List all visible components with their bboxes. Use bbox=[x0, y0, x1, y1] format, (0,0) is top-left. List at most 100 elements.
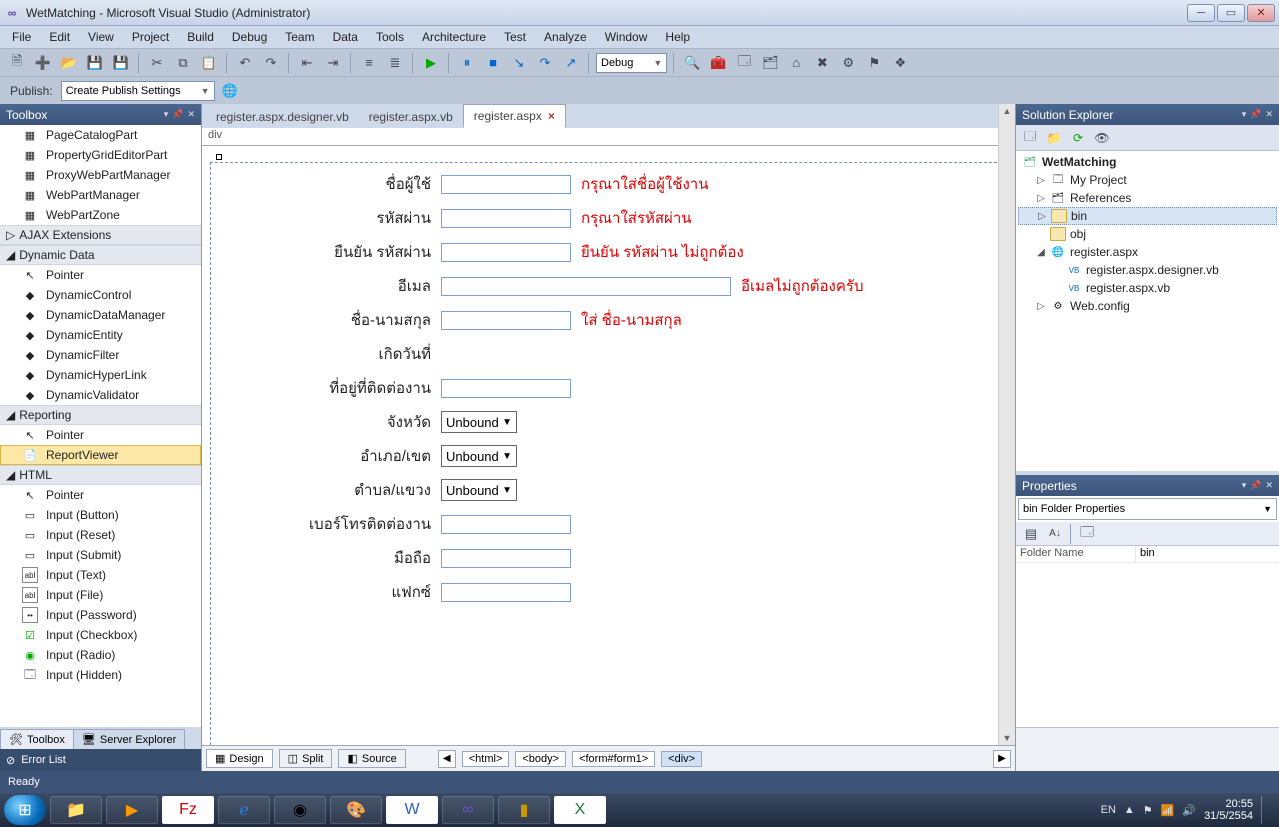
toolbox-category-ajax[interactable]: ▷AJAX Extensions bbox=[0, 225, 201, 245]
cut-button[interactable]: ✂ bbox=[146, 52, 168, 74]
ext-button-4[interactable]: ❖ bbox=[889, 52, 911, 74]
undo-button[interactable]: ↶ bbox=[234, 52, 256, 74]
dropdown-icon[interactable]: ▾ bbox=[1242, 480, 1247, 491]
property-row[interactable]: Folder Name bin bbox=[1016, 546, 1279, 563]
doc-tab[interactable]: register.aspx.designer.vb bbox=[206, 106, 359, 128]
dropdown[interactable]: Unbound▼ bbox=[441, 479, 517, 501]
toolbox-item[interactable]: ◉Input (Radio) bbox=[0, 645, 201, 665]
path-nav-right[interactable]: ▶ bbox=[993, 750, 1011, 768]
toolbox-item[interactable]: ▭Input (Reset) bbox=[0, 525, 201, 545]
form-container[interactable]: ชื่อผู้ใช้กรุณาใส่ชื่อผู้ใช้งานรหัสผ่านก… bbox=[210, 162, 1007, 745]
publish-button[interactable]: 🌐 bbox=[219, 80, 241, 102]
taskbar-ie[interactable]: ℯ bbox=[218, 796, 270, 824]
new-project-button[interactable]: 🗎 bbox=[6, 52, 28, 74]
property-pages-button[interactable]: 🗔 bbox=[1076, 523, 1098, 545]
vertical-scrollbar[interactable]: ▲▼ bbox=[998, 104, 1015, 745]
toolbox-item-reportviewer[interactable]: 📄ReportViewer bbox=[0, 445, 201, 465]
menu-debug[interactable]: Debug bbox=[224, 28, 275, 46]
textbox[interactable] bbox=[441, 515, 571, 534]
refresh-button[interactable]: ⟳ bbox=[1068, 128, 1088, 148]
find-button[interactable]: 🔍 bbox=[681, 52, 703, 74]
redo-button[interactable]: ↷ bbox=[260, 52, 282, 74]
toolbox-item[interactable]: ▦PropertyGridEditorPart bbox=[0, 145, 201, 165]
menu-build[interactable]: Build bbox=[179, 28, 222, 46]
ext-button-2[interactable]: ⚙ bbox=[837, 52, 859, 74]
properties-button[interactable]: 🗔 bbox=[1020, 128, 1040, 148]
taskbar-filezilla[interactable]: Fz bbox=[162, 796, 214, 824]
toolbox-item[interactable]: ▭Input (Button) bbox=[0, 505, 201, 525]
tree-node[interactable]: obj bbox=[1018, 225, 1277, 243]
textbox[interactable] bbox=[441, 379, 571, 398]
tree-node[interactable]: VBregister.aspx.designer.vb bbox=[1018, 261, 1277, 279]
copy-button[interactable]: ⧉ bbox=[172, 52, 194, 74]
close-button[interactable]: ✕ bbox=[1247, 4, 1275, 22]
object-browser-button[interactable]: 🗂 bbox=[759, 52, 781, 74]
toolbox-item[interactable]: ◆DynamicControl bbox=[0, 285, 201, 305]
path-chip-selected[interactable]: <div> bbox=[661, 751, 702, 767]
tab-error-list[interactable]: ⊘Error List bbox=[0, 749, 201, 771]
toolbox-item[interactable]: ••Input (Password) bbox=[0, 605, 201, 625]
save-all-button[interactable]: 💾 bbox=[110, 52, 132, 74]
nav-fwd-button[interactable]: ⇥ bbox=[322, 52, 344, 74]
textbox[interactable] bbox=[441, 175, 571, 194]
toolbox-item[interactable]: 🗔Input (Hidden) bbox=[0, 665, 201, 685]
toolbox-category-html[interactable]: ◢HTML bbox=[0, 465, 201, 485]
menu-file[interactable]: File bbox=[4, 28, 39, 46]
tree-expander[interactable]: ▷ bbox=[1037, 211, 1047, 222]
taskbar-explorer[interactable]: 📁 bbox=[50, 796, 102, 824]
menu-view[interactable]: View bbox=[80, 28, 122, 46]
tree-expander[interactable]: ▷ bbox=[1036, 193, 1046, 204]
show-desktop-button[interactable] bbox=[1261, 796, 1269, 824]
start-button[interactable]: ▶ bbox=[420, 52, 442, 74]
close-icon[interactable]: ✕ bbox=[1265, 109, 1273, 120]
doc-tab[interactable]: register.aspx.vb bbox=[359, 106, 463, 128]
tab-server-explorer[interactable]: 🖥Server Explorer bbox=[73, 729, 185, 749]
show-all-button[interactable]: 📁 bbox=[1044, 128, 1064, 148]
textbox[interactable] bbox=[441, 209, 571, 228]
properties-selection-combo[interactable]: bin Folder Properties▼ bbox=[1018, 498, 1277, 520]
menu-team[interactable]: Team bbox=[277, 28, 322, 46]
solution-tree[interactable]: 🗂WetMatching ▷🗔My Project▷🗂References▷bi… bbox=[1016, 151, 1279, 471]
publish-target-combo[interactable]: Create Publish Settings▼ bbox=[61, 81, 215, 101]
toolbox-item[interactable]: ablInput (File) bbox=[0, 585, 201, 605]
tray-volume-icon[interactable]: 🔊 bbox=[1182, 804, 1196, 817]
properties-grid[interactable]: Folder Name bin bbox=[1016, 546, 1279, 727]
close-icon[interactable]: ✕ bbox=[1265, 480, 1273, 491]
menu-tools[interactable]: Tools bbox=[368, 28, 412, 46]
tree-expander[interactable]: ▷ bbox=[1036, 301, 1046, 312]
menu-data[interactable]: Data bbox=[325, 28, 366, 46]
path-chip[interactable]: <html> bbox=[462, 751, 510, 767]
comment-button[interactable]: ≡ bbox=[358, 52, 380, 74]
menu-test[interactable]: Test bbox=[496, 28, 534, 46]
menu-architecture[interactable]: Architecture bbox=[414, 28, 494, 46]
toolbox-item[interactable]: ◆DynamicHyperLink bbox=[0, 365, 201, 385]
start-page-button[interactable]: ⌂ bbox=[785, 52, 807, 74]
tree-node[interactable]: ▷bin bbox=[1018, 207, 1277, 225]
toolbox-body[interactable]: ▦PageCatalogPart ▦PropertyGridEditorPart… bbox=[0, 125, 201, 727]
tray-lang[interactable]: EN bbox=[1101, 804, 1116, 816]
tree-expander[interactable]: ◢ bbox=[1036, 247, 1046, 258]
path-chip[interactable]: <body> bbox=[515, 751, 566, 767]
toolbox-item[interactable]: ↖Pointer bbox=[0, 485, 201, 505]
tree-node[interactable]: ▷🗔My Project bbox=[1018, 171, 1277, 189]
toolbox-item[interactable]: ▦WebPartZone bbox=[0, 205, 201, 225]
taskbar-excel[interactable]: X bbox=[554, 796, 606, 824]
paste-button[interactable]: 📋 bbox=[198, 52, 220, 74]
toolbox-item[interactable]: ▦PageCatalogPart bbox=[0, 125, 201, 145]
ext-button-3[interactable]: ⚑ bbox=[863, 52, 885, 74]
tree-node[interactable]: ▷⚙Web.config bbox=[1018, 297, 1277, 315]
property-value[interactable]: bin bbox=[1136, 546, 1279, 562]
doc-tab-active[interactable]: register.aspx× bbox=[463, 104, 566, 128]
close-icon[interactable]: ✕ bbox=[187, 109, 195, 120]
pin-icon[interactable]: 📌 bbox=[1250, 109, 1261, 120]
taskbar-chrome[interactable]: ◉ bbox=[274, 796, 326, 824]
tree-node[interactable]: ◢🌐register.aspx bbox=[1018, 243, 1277, 261]
dropdown[interactable]: Unbound▼ bbox=[441, 445, 517, 467]
taskbar-vs[interactable]: ∞ bbox=[442, 796, 494, 824]
toolbox-button[interactable]: 🧰 bbox=[707, 52, 729, 74]
taskbar-paint[interactable]: 🎨 bbox=[330, 796, 382, 824]
toolbox-item[interactable]: ◆DynamicDataManager bbox=[0, 305, 201, 325]
menu-edit[interactable]: Edit bbox=[41, 28, 78, 46]
textbox[interactable] bbox=[441, 277, 731, 296]
toolbox-item[interactable]: ↖Pointer bbox=[0, 265, 201, 285]
